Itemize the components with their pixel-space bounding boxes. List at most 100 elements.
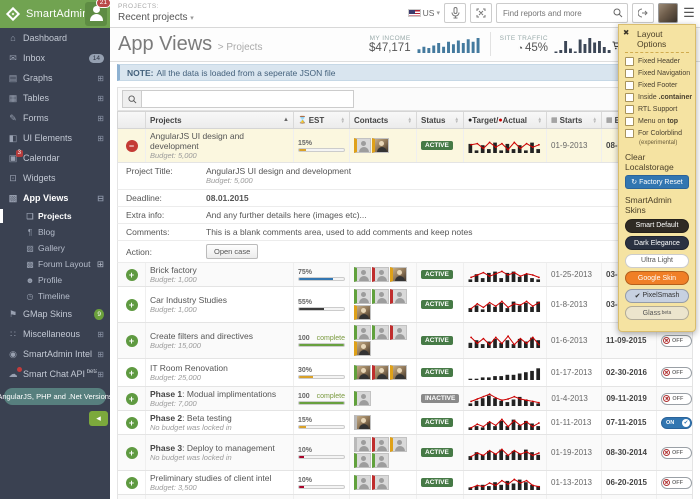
sidebar-item-widgets[interactable]: ⊡Widgets <box>0 168 110 188</box>
contact-avatar[interactable] <box>354 453 371 468</box>
contact-avatar[interactable] <box>354 138 371 153</box>
checkbox-fixed-header[interactable] <box>625 57 634 66</box>
sidebar-subitem-timeline[interactable]: ◷Timeline <box>0 288 110 304</box>
sidebar-item-miscellaneous[interactable]: ∷Miscellaneous⊞ <box>0 324 110 344</box>
voice-command-button[interactable] <box>444 3 466 23</box>
sidebar-subitem-profile[interactable]: ☻Profile <box>0 272 110 288</box>
collapse-row-icon[interactable]: − <box>126 140 138 152</box>
column-header-projects[interactable]: Projects▲ <box>146 112 294 128</box>
skin-button-dark-elegance[interactable]: Dark Elegance <box>625 236 689 250</box>
checkbox-fixed-footer[interactable] <box>625 81 634 90</box>
toggle-off[interactable]: ✖OFF <box>661 393 692 405</box>
toggle-on[interactable]: ON✔ <box>661 417 692 429</box>
sidebar-item-graphs[interactable]: ▤Graphs⊞ <box>0 68 110 88</box>
contact-avatar[interactable] <box>372 289 389 304</box>
expand-row-icon[interactable]: + <box>126 393 138 405</box>
recent-projects-dropdown[interactable]: Recent projects ▾ <box>118 12 194 23</box>
sidebar-subitem-projects[interactable]: ❏Projects <box>0 208 110 224</box>
activity-button[interactable]: 21 <box>85 2 107 26</box>
column-header-est[interactable]: ⌛EST▲▼ <box>294 112 350 128</box>
contact-avatar[interactable] <box>390 437 407 452</box>
open-case-button[interactable]: Open case <box>206 244 258 259</box>
status-cell: ACTIVE <box>417 471 464 494</box>
skin-button-glass[interactable]: Glassbeta <box>625 306 689 320</box>
expand-row-icon[interactable]: + <box>126 447 138 459</box>
expand-row-icon[interactable]: + <box>126 477 138 489</box>
column-header-target_actual[interactable]: ● Target/ ● Actual▲▼ <box>464 112 547 128</box>
contact-avatar[interactable] <box>390 325 407 340</box>
expand-row-icon[interactable]: + <box>126 269 138 281</box>
logout-button[interactable] <box>632 3 654 23</box>
contact-photo[interactable] <box>390 365 407 380</box>
skin-button-ultra-light[interactable]: Ultra Light <box>625 254 689 268</box>
contact-photo[interactable] <box>372 138 389 153</box>
sidebar-item-app-views[interactable]: ▧App Views⊟ <box>0 188 110 208</box>
sidebar-item-calendar[interactable]: ▣3Calendar <box>0 148 110 168</box>
target-actual-sparkline <box>468 267 542 282</box>
sidebar-item-inbox[interactable]: ✉Inbox14 <box>0 48 110 68</box>
sidebar-subitem-gallery[interactable]: ▨Gallery <box>0 240 110 256</box>
expand-row-icon[interactable]: + <box>126 335 138 347</box>
menu-toggle[interactable]: ☰ <box>682 5 696 21</box>
contact-avatar[interactable] <box>354 475 371 490</box>
checkbox-for-colorblind[interactable] <box>625 129 634 138</box>
factory-reset-button[interactable]: ↻ Factory Reset <box>625 175 689 189</box>
contact-photo[interactable] <box>372 365 389 380</box>
toggle-off[interactable]: ✖OFF <box>661 447 692 459</box>
contact-avatar[interactable] <box>372 453 389 468</box>
sidebar-item-ui-elements[interactable]: ◧UI Elements⊞ <box>0 128 110 148</box>
contact-avatar[interactable] <box>372 475 389 490</box>
sidebar-subitem-forum-layout[interactable]: ▩Forum Layout⊞ <box>0 256 110 272</box>
target-label: Target/ <box>472 116 498 125</box>
contact-photo[interactable] <box>354 341 371 356</box>
column-header-status[interactable]: Status▲▼ <box>417 112 464 128</box>
sidebar-item-smartadmin-intel[interactable]: ◉SmartAdmin Intel⊞ <box>0 344 110 364</box>
expand-row-icon[interactable]: + <box>126 299 138 311</box>
contact-avatar[interactable] <box>372 437 389 452</box>
sidebar-item-forms[interactable]: ✎Forms⊞ <box>0 108 110 128</box>
toggle-off[interactable]: ✖OFF <box>661 477 692 489</box>
column-header-starts[interactable]: ▦Starts▲▼ <box>547 112 602 128</box>
contact-avatar[interactable] <box>372 267 389 282</box>
checkbox-rtl-support[interactable] <box>625 105 634 114</box>
contact-avatar[interactable] <box>354 267 371 282</box>
sidebar-collapse-button[interactable]: ◂ <box>89 411 108 426</box>
sidebar-subitem-label: Projects <box>38 211 104 221</box>
column-header-contacts[interactable]: Contacts▲▼ <box>350 112 417 128</box>
sidebar-item-dashboard[interactable]: ⌂Dashboard <box>0 28 110 48</box>
item-badge: 14 <box>89 54 104 63</box>
sidebar-subitem-blog[interactable]: ¶Blog <box>0 224 110 240</box>
expander-cell: + <box>118 435 146 470</box>
contact-avatar[interactable] <box>354 289 371 304</box>
table-search-input[interactable] <box>142 90 354 108</box>
contact-avatar[interactable] <box>354 391 371 406</box>
contact-avatar[interactable] <box>354 437 371 452</box>
versions-button[interactable]: AngularJS, PHP and .Net Versions <box>4 388 106 405</box>
toggle-off[interactable]: ✖OFF <box>661 335 692 347</box>
contact-photo[interactable] <box>354 365 371 380</box>
skin-button-google-skin[interactable]: Google Skin <box>625 271 689 285</box>
user-avatar[interactable] <box>658 3 678 23</box>
contact-photo[interactable] <box>354 305 371 320</box>
language-selector[interactable]: US ▾ <box>408 8 440 18</box>
expand-row-icon[interactable]: + <box>126 367 138 379</box>
sidebar-item-tables[interactable]: ▦Tables⊞ <box>0 88 110 108</box>
checkbox-menu-on-top[interactable] <box>625 117 634 126</box>
contact-avatar[interactable] <box>372 325 389 340</box>
global-search-input[interactable] <box>501 8 613 19</box>
sidebar-item-smart-chat-api[interactable]: ☁Smart Chat API beta⊞ <box>0 364 110 384</box>
contact-photo[interactable] <box>354 415 371 430</box>
contact-photo[interactable] <box>390 267 407 282</box>
contact-avatar[interactable] <box>390 289 407 304</box>
table-row: +Create filters and directivesBudget: 15… <box>117 323 693 359</box>
checkbox-inside-container[interactable] <box>625 93 634 102</box>
checkbox-fixed-navigation[interactable] <box>625 69 634 78</box>
close-icon[interactable]: ✖ <box>623 28 629 37</box>
skin-button-pixelsmash[interactable]: ✔PixelSmash <box>625 289 689 303</box>
expand-row-icon[interactable]: + <box>126 417 138 429</box>
skin-button-smart-default[interactable]: Smart Default <box>625 219 689 233</box>
contact-avatar[interactable] <box>354 325 371 340</box>
fullscreen-button[interactable] <box>470 3 492 23</box>
sidebar-item-gmap-skins[interactable]: ⚑GMap Skins9 <box>0 304 110 324</box>
toggle-off[interactable]: ✖OFF <box>661 367 692 379</box>
